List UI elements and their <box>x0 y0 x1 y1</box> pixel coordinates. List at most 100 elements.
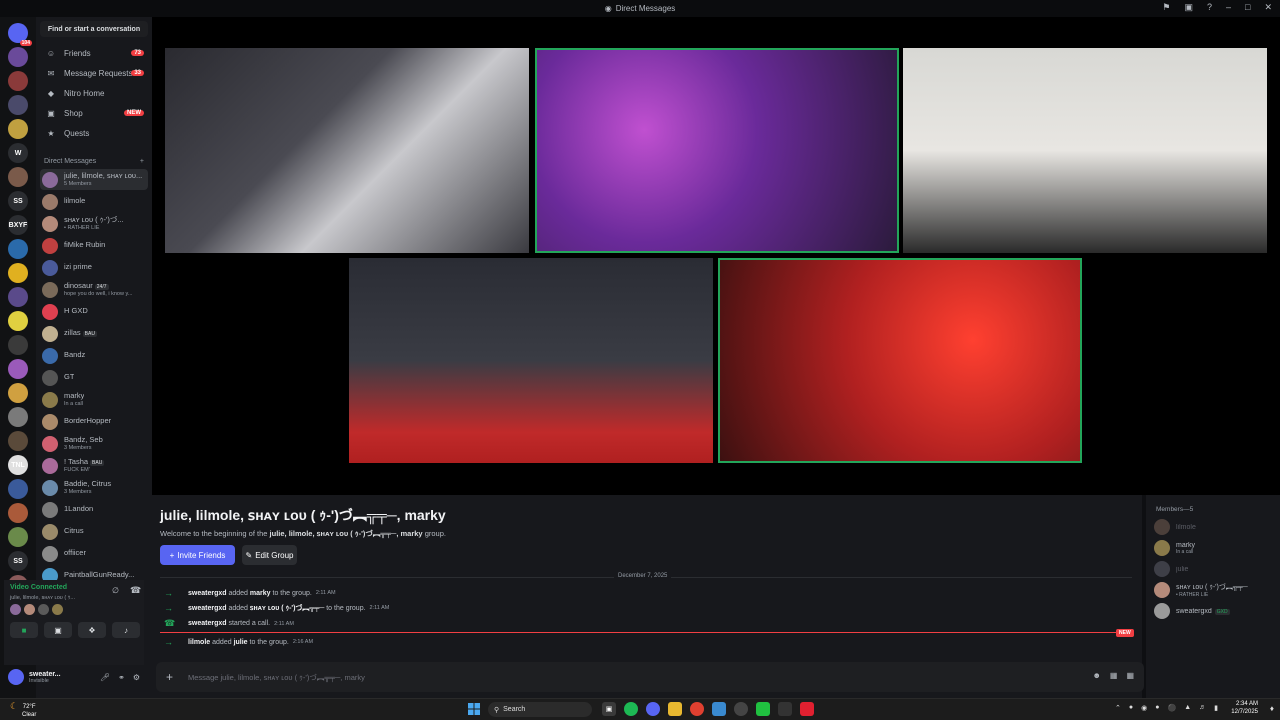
sticker-icon[interactable]: ▦ <box>1110 671 1118 680</box>
server-icon[interactable] <box>8 311 28 331</box>
app-icon[interactable] <box>800 702 814 716</box>
soundboard-button[interactable]: ♪ <box>112 622 140 638</box>
nav-message-requests[interactable]: ✉ Message Requests 33 <box>40 64 148 82</box>
nav-quests[interactable]: ★ Quests <box>40 124 148 142</box>
threads-icon[interactable]: ▣ <box>1184 2 1193 13</box>
wifi-icon[interactable]: ▲ <box>1184 704 1191 712</box>
taskbar-search[interactable]: ⚲ Search <box>488 702 592 717</box>
minimize-button[interactable]: – <box>1226 2 1231 13</box>
tray-app-icon[interactable]: ● <box>1155 704 1159 712</box>
server-icon[interactable]: TNL <box>8 455 28 475</box>
server-icon[interactable] <box>8 527 28 547</box>
message-actor[interactable]: sweatergxd <box>188 620 227 627</box>
find-conversation-button[interactable]: Find or start a conversation <box>40 21 148 37</box>
dm-item[interactable]: Baddie, Citrus 3 Members <box>40 477 148 498</box>
message-input[interactable]: Message julie, lilmole, ꜱʜᴀʏ ʟᴏᴜ ( ｩ-')づ… <box>188 672 365 683</box>
dm-item[interactable]: ! Tasha BAU FUCK EM' <box>40 455 148 476</box>
video-tile[interactable] <box>165 48 529 253</box>
server-icon[interactable] <box>8 383 28 403</box>
invite-friends-button[interactable]: + Invite Friends <box>160 545 235 565</box>
photos-icon[interactable] <box>712 702 726 716</box>
video-tile[interactable] <box>349 258 713 463</box>
server-icon[interactable]: BXYF <box>8 215 28 235</box>
video-tile[interactable] <box>535 48 899 253</box>
file-explorer-icon[interactable] <box>668 702 682 716</box>
microphone-icon[interactable]: ⚫ <box>1167 704 1176 712</box>
chrome-icon[interactable] <box>690 702 704 716</box>
dm-item[interactable]: offiicer <box>40 543 148 564</box>
gift-icon[interactable]: ▦ <box>1126 671 1134 680</box>
dm-item[interactable]: GT <box>40 367 148 388</box>
avatar[interactable] <box>8 669 24 685</box>
screen-share-button[interactable]: ▣ <box>44 622 72 638</box>
video-tile[interactable] <box>903 48 1267 253</box>
dm-item[interactable]: marky In a call <box>40 389 148 410</box>
dm-item[interactable]: lilmole <box>40 191 148 212</box>
spotify-icon[interactable] <box>624 702 638 716</box>
close-button[interactable]: ✕ <box>1264 2 1272 13</box>
member-item[interactable]: sweatergxd GXD <box>1154 601 1278 621</box>
task-view-icon[interactable]: ▣ <box>602 702 616 716</box>
windows-start-icon[interactable] <box>468 703 480 715</box>
member-item[interactable]: lilmole <box>1154 517 1278 537</box>
gear-icon[interactable]: ⚙ <box>133 673 140 682</box>
message-actor[interactable]: lilmole <box>188 639 210 646</box>
dm-item[interactable]: ꜱʜᴀʏ ʟᴏᴜ ( ｩ-')づ... • RATHER LIE <box>40 213 148 234</box>
voice-channel-name[interactable]: julie, lilmole, ꜱʜᴀʏ ʟᴏᴜ ( ｩ... <box>10 593 75 601</box>
app-icon[interactable] <box>734 702 748 716</box>
nav-shop[interactable]: ▣ Shop NEW <box>40 104 148 122</box>
server-icon[interactable]: W <box>8 143 28 163</box>
server-icon[interactable] <box>8 95 28 115</box>
emoji-icon[interactable]: ☻ <box>1092 671 1100 680</box>
server-icon[interactable] <box>8 263 28 283</box>
server-icon[interactable] <box>8 431 28 451</box>
dm-item[interactable]: fiMike Rubin <box>40 235 148 256</box>
server-icon[interactable] <box>8 167 28 187</box>
video-tile[interactable] <box>718 258 1082 463</box>
dm-item[interactable]: Citrus <box>40 521 148 542</box>
message-target[interactable]: julie <box>234 639 248 646</box>
message-composer[interactable]: + Message julie, lilmole, ꜱʜᴀʏ ʟᴏᴜ ( ｩ-'… <box>156 662 1144 692</box>
dm-item[interactable]: Bandz, Seb 3 Members <box>40 433 148 454</box>
camera-button[interactable]: ■ <box>10 622 38 638</box>
battery-icon[interactable]: ▮ <box>1214 704 1218 712</box>
attach-plus-icon[interactable]: + <box>166 670 173 684</box>
dm-item[interactable]: julie, lilmole, ꜱʜᴀʏ ʟᴏᴜ... 5 Members <box>40 169 148 190</box>
message-actor[interactable]: sweatergxd <box>188 605 227 612</box>
message-target[interactable]: marky <box>250 590 271 597</box>
message-actor[interactable]: sweatergxd <box>188 590 227 597</box>
inbox-icon[interactable]: ⚑ <box>1162 2 1170 13</box>
member-item[interactable]: marky In a call <box>1154 538 1278 558</box>
help-icon[interactable]: ? <box>1207 2 1212 13</box>
headphones-icon[interactable]: ⚭ <box>118 673 125 682</box>
dm-item[interactable]: Bandz <box>40 345 148 366</box>
app-icon[interactable] <box>778 702 792 716</box>
dm-item[interactable]: H GXD <box>40 301 148 322</box>
noise-suppression-icon[interactable]: ∅ <box>112 586 119 595</box>
weather-widget[interactable]: ☾ 72°F Clear <box>10 701 36 719</box>
server-icon[interactable] <box>8 47 28 67</box>
notification-bell-icon[interactable]: ♦ <box>1270 704 1274 713</box>
taskbar-clock[interactable]: 2:34 AM 12/7/2025 <box>1231 701 1258 717</box>
member-item[interactable]: julie <box>1154 559 1278 579</box>
server-icon[interactable] <box>8 407 28 427</box>
tray-app-icon[interactable]: ◉ <box>1141 704 1147 712</box>
volume-icon[interactable]: ♬ <box>1199 704 1206 712</box>
server-icon[interactable] <box>8 359 28 379</box>
dm-item[interactable]: dinosaur 24/7 hope you do well, i know y..… <box>40 279 148 300</box>
server-icon[interactable]: SS <box>8 551 28 571</box>
server-icon[interactable] <box>8 335 28 355</box>
server-icon[interactable] <box>8 239 28 259</box>
server-icon[interactable] <box>8 479 28 499</box>
dm-item[interactable]: 1Landon <box>40 499 148 520</box>
create-dm-icon[interactable]: + <box>140 158 144 165</box>
server-icon[interactable] <box>8 71 28 91</box>
activities-button[interactable]: ❖ <box>78 622 106 638</box>
server-icon[interactable]: 104 <box>8 23 32 46</box>
server-icon[interactable]: SS <box>8 191 28 211</box>
app-icon[interactable] <box>756 702 770 716</box>
server-icon[interactable] <box>8 503 28 523</box>
dm-item[interactable]: izi prime <box>40 257 148 278</box>
username[interactable]: sweater... Invisible <box>29 671 61 684</box>
discord-icon[interactable] <box>646 702 660 716</box>
